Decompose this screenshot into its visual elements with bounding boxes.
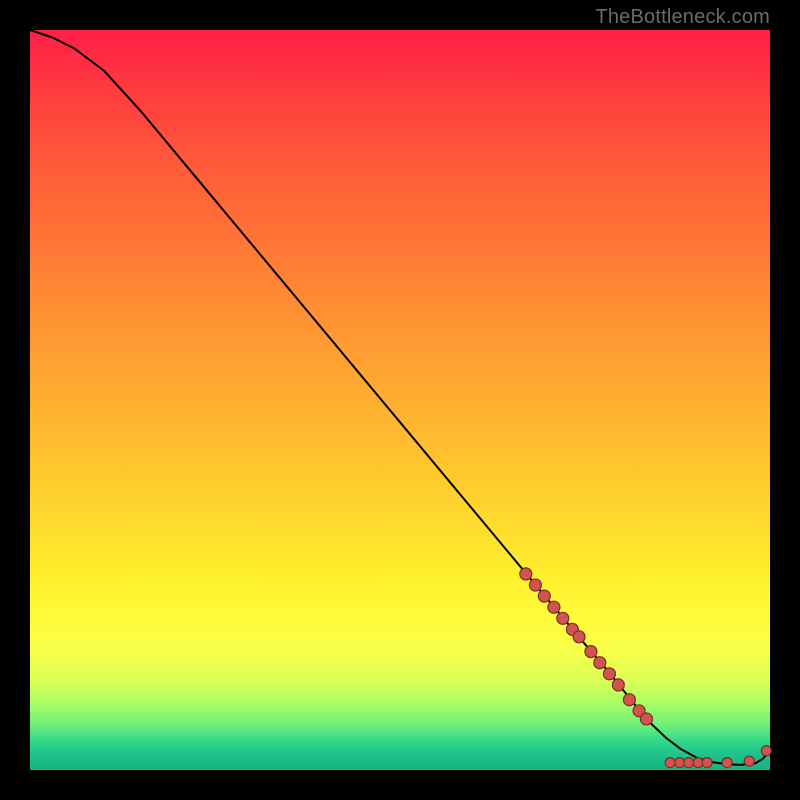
data-marker	[744, 756, 754, 766]
data-marker	[623, 694, 635, 706]
data-marker	[612, 679, 624, 691]
data-marker	[520, 568, 532, 580]
data-marker	[529, 579, 541, 591]
data-marker	[594, 657, 606, 669]
data-marker	[665, 758, 675, 768]
data-marker	[548, 601, 560, 613]
data-marker	[702, 758, 712, 768]
data-marker	[557, 612, 569, 624]
data-marker	[640, 713, 652, 725]
attribution-text: TheBottleneck.com	[595, 6, 770, 29]
data-marker	[684, 758, 694, 768]
data-marker	[573, 631, 585, 643]
marker-group	[520, 568, 772, 768]
chart-frame: TheBottleneck.com	[0, 0, 800, 800]
curve-line	[30, 30, 770, 765]
data-marker	[761, 746, 771, 756]
data-marker	[585, 646, 597, 658]
chart-overlay	[30, 30, 770, 770]
plot-area	[30, 30, 770, 770]
data-marker	[603, 668, 615, 680]
data-marker	[722, 758, 732, 768]
data-marker	[538, 590, 550, 602]
